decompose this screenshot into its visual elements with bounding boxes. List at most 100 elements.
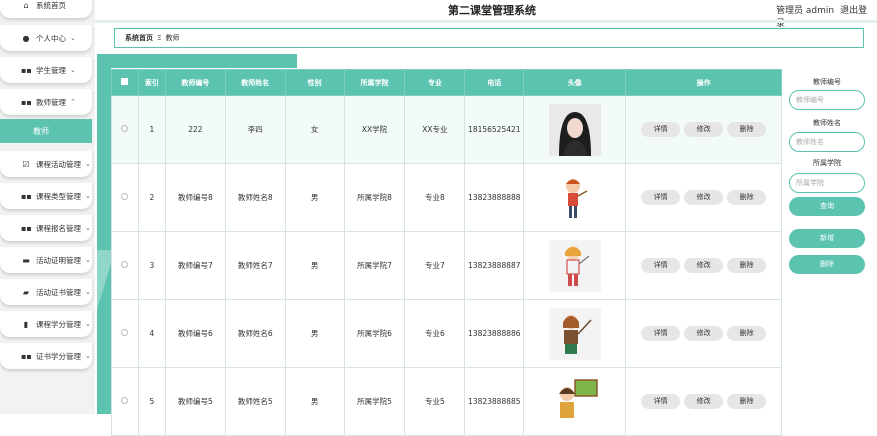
search-college-input[interactable]: 所属学院 xyxy=(789,173,865,193)
detail-button[interactable]: 详情 xyxy=(641,326,681,341)
edit-button[interactable]: 修改 xyxy=(684,190,724,205)
breadcrumb-current: 教师 xyxy=(165,34,180,42)
avatar-cartoon xyxy=(548,375,601,428)
query-button[interactable]: 查询 xyxy=(789,197,865,216)
grid-icon: ▪▪ xyxy=(21,351,32,361)
home-icon: ⌂ xyxy=(23,0,29,10)
edit-button[interactable]: 修改 xyxy=(684,326,724,341)
add-button[interactable]: 新增 xyxy=(789,229,865,248)
cell-teacher-name: 李四 xyxy=(224,95,286,164)
cell-actions: 详情 修改 删除 xyxy=(625,367,782,436)
cell-sex: 男 xyxy=(284,231,345,300)
cell-teacher-no: 教师编号8 xyxy=(164,163,226,232)
decoration xyxy=(97,54,297,68)
row-checkbox[interactable] xyxy=(111,95,139,164)
cell-sex: 女 xyxy=(284,95,345,164)
cell-teacher-name: 教师姓名5 xyxy=(224,367,286,436)
cell-teacher-name: 教师姓名8 xyxy=(224,163,286,232)
cell-avatar xyxy=(523,299,627,368)
search-college-label: 所属学院 xyxy=(813,159,841,167)
breadcrumb-separator: Ξ xyxy=(157,34,162,42)
sidebar-item-activity-proof[interactable]: ▬ 活动证明管理 ⌄ xyxy=(0,247,92,273)
cell-college: 所属学院8 xyxy=(343,163,406,232)
chevron-down-icon: ⌄ xyxy=(70,66,76,74)
cell-avatar xyxy=(523,367,627,436)
user-label: 管理员 admin xyxy=(776,6,835,16)
sidebar-item-course-type[interactable]: ▪▪ 课程类型管理 ⌄ xyxy=(0,183,92,209)
cell-actions: 详情 修改 删除 xyxy=(625,299,782,368)
col-index: 索引 xyxy=(137,69,166,96)
search-name-input[interactable]: 教师姓名 xyxy=(789,132,865,152)
col-actions: 操作 xyxy=(625,69,782,96)
delete-button[interactable]: 删除 xyxy=(727,394,767,409)
search-no-input[interactable]: 教师编号 xyxy=(789,90,865,110)
sidebar: ⌂ 系统首页 ● 个人中心 ⌄ ▪▪ 学生管理 ⌄ ▪▪ 教师管理 ⌃ 教师 ☑ 课程活动管理 ⌄… xyxy=(0,0,95,414)
col-teacher-no: 教师编号 xyxy=(164,69,226,96)
cell-teacher-name: 教师姓名7 xyxy=(224,231,286,300)
cell-college: 所属学院5 xyxy=(343,367,406,436)
grid-icon: ▪▪ xyxy=(21,191,32,201)
detail-button[interactable]: 详情 xyxy=(641,394,681,409)
avatar-cartoon xyxy=(548,307,601,360)
cell-phone: 18156525421 xyxy=(464,95,525,164)
cell-index: 3 xyxy=(137,231,166,300)
delete-button[interactable]: 删除 xyxy=(727,326,767,341)
avatar-cartoon xyxy=(548,239,601,292)
sidebar-item-home[interactable]: ⌂ 系统首页 xyxy=(0,0,92,18)
user-area: 管理员 admin 退出登录 xyxy=(776,3,877,29)
teacher-table: 索引 教师编号 教师姓名 性别 所属学院 专业 电话 头像 操作 1 222 李… xyxy=(111,69,782,436)
edit-button[interactable]: 修改 xyxy=(684,258,724,273)
cell-actions: 详情 修改 删除 xyxy=(625,163,782,232)
col-avatar: 头像 xyxy=(523,69,627,96)
edit-button[interactable]: 修改 xyxy=(684,122,724,137)
cell-teacher-no: 教师编号6 xyxy=(164,299,226,368)
sidebar-item-cert-credit[interactable]: ▪▪ 证书学分管理 ⌄ xyxy=(0,343,92,369)
avatar-photo xyxy=(548,103,601,156)
row-checkbox[interactable] xyxy=(111,231,139,300)
sidebar-item-teachers[interactable]: ▪▪ 教师管理 ⌃ xyxy=(0,89,92,115)
cell-major: 专业5 xyxy=(404,367,466,436)
table-row: 1 222 李四 女 XX学院 XX专业 18156525421 详情 修改 删除 xyxy=(111,95,782,164)
cell-index: 1 xyxy=(137,95,166,164)
breadcrumb-home[interactable]: 系统首页 xyxy=(125,33,153,43)
select-all-checkbox[interactable] xyxy=(111,69,139,96)
edit-button[interactable]: 修改 xyxy=(684,394,724,409)
delete-button[interactable]: 删除 xyxy=(727,258,767,273)
delete-button[interactable]: 删除 xyxy=(727,122,767,137)
row-checkbox[interactable] xyxy=(111,367,139,436)
row-checkbox[interactable] xyxy=(111,163,139,232)
briefcase-icon: ▬ xyxy=(22,255,30,265)
cell-actions: 详情 修改 删除 xyxy=(625,95,782,164)
cell-index: 5 xyxy=(137,367,166,436)
cell-teacher-no: 教师编号5 xyxy=(164,367,226,436)
bar-chart-icon: ▮ xyxy=(23,319,29,329)
col-sex: 性别 xyxy=(284,69,345,96)
cell-actions: 详情 修改 删除 xyxy=(625,231,782,300)
row-checkbox[interactable] xyxy=(111,299,139,368)
sidebar-item-profile[interactable]: ● 个人中心 ⌄ xyxy=(0,25,92,51)
sidebar-item-course-enroll[interactable]: ▪▪ 课程报名管理 ⌄ xyxy=(0,215,92,241)
delete-button[interactable]: 删除 xyxy=(727,190,767,205)
detail-button[interactable]: 详情 xyxy=(641,122,681,137)
divider xyxy=(95,20,877,23)
sidebar-item-students[interactable]: ▪▪ 学生管理 ⌄ xyxy=(0,57,92,83)
sidebar-item-course-activity[interactable]: ☑ 课程活动管理 ⌄ xyxy=(0,151,92,177)
sidebar-item-course-credit[interactable]: ▮ 课程学分管理 ⌄ xyxy=(0,311,92,337)
chevron-up-icon: ⌃ xyxy=(70,98,76,106)
cell-phone: 13823888887 xyxy=(464,231,525,300)
cell-major: 专业7 xyxy=(404,231,466,300)
cell-sex: 男 xyxy=(284,299,345,368)
col-phone: 电话 xyxy=(464,69,525,96)
sidebar-subitem-teacher[interactable]: 教师 xyxy=(0,119,92,143)
search-name-label: 教师姓名 xyxy=(813,119,841,127)
detail-button[interactable]: 详情 xyxy=(641,258,681,273)
table-row: 3 教师编号7 教师姓名7 男 所属学院7 专业7 13823888887 详情 xyxy=(111,231,782,300)
detail-button[interactable]: 详情 xyxy=(641,190,681,205)
cell-major: XX专业 xyxy=(404,95,466,164)
batch-delete-button[interactable]: 删除 xyxy=(789,255,865,274)
sidebar-item-activity-cert[interactable]: ▰ 活动证书管理 ⌄ xyxy=(0,279,92,305)
cell-major: 专业6 xyxy=(404,299,466,368)
table-header: 索引 教师编号 教师姓名 性别 所属学院 专业 电话 头像 操作 xyxy=(111,69,782,96)
cell-avatar xyxy=(523,231,627,300)
cell-teacher-no: 222 xyxy=(164,95,226,164)
